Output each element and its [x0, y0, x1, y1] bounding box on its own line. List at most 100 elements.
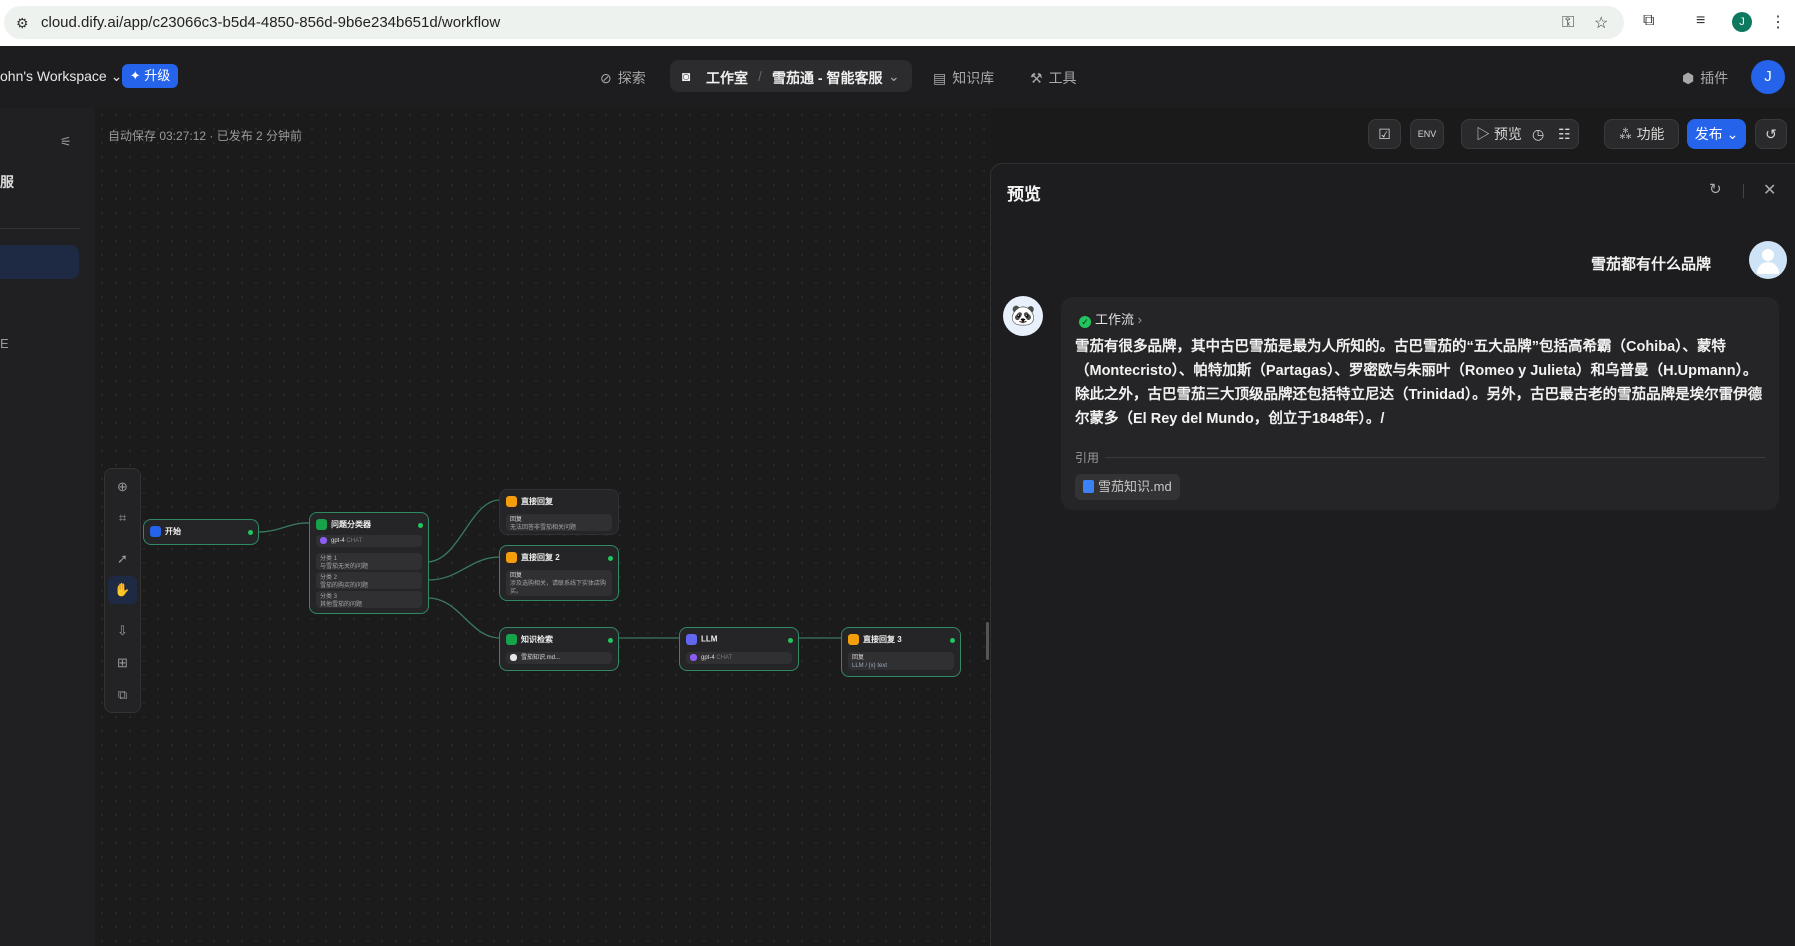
file-icon: [510, 654, 517, 661]
class-text: 其他雪茄的问题: [320, 602, 363, 608]
class-text: 与雪茄无关的问题: [320, 564, 369, 570]
node-direct-answer-1[interactable]: 直接回复 回复 无法回答非雪茄相关问题: [499, 489, 619, 535]
checklist-icon[interactable]: ☷: [1558, 120, 1571, 148]
citation-label: 引用: [1075, 451, 1100, 465]
answer-text: 涉及选购相关，请联系线下实体店购买。: [510, 581, 607, 595]
reset-conversation-icon[interactable]: ↻: [1709, 180, 1722, 198]
node-direct-answer-2[interactable]: 直接回复 2 回复涉及选购相关，请联系线下实体店购买。: [499, 545, 619, 601]
classifier-icon: [316, 519, 327, 531]
history-icon: ↺: [1765, 126, 1777, 142]
answer3-content: 回复 LLM / {x} text: [848, 652, 954, 670]
answer-text: 无法回答非雪茄相关问题: [510, 525, 577, 531]
node-llm-title: LLM: [701, 634, 718, 644]
classifier-model-tag: CHAT: [346, 538, 363, 545]
wrench-icon: ⚒: [1030, 70, 1043, 86]
user-avatar: [1749, 241, 1787, 279]
node-knowledge-header: 知识检索: [506, 634, 553, 646]
status-dot: [418, 523, 423, 528]
answer1-content: 回复 无法回答非雪茄相关问题: [506, 514, 612, 531]
node-answer3-title: 直接回复 3: [863, 635, 902, 644]
features-button[interactable]: ⁂ 功能: [1604, 119, 1679, 149]
browser-menu-icon[interactable]: ⋮: [1770, 12, 1786, 32]
bot-answer-text: 雪茄有很多品牌，其中古巴雪茄是最为人所知的。古巴雪茄的“五大品牌”包括高希霸（C…: [1075, 339, 1763, 427]
node-question-classifier[interactable]: 问题分类器 gpt-4 CHAT 分类 1 与雪茄无关的问题 分类 2 雪茄的购买的…: [309, 512, 429, 614]
node-knowledge-retrieval[interactable]: 知识检索 雪茄知识.md...: [499, 627, 619, 671]
node-answer3-header: 直接回复 3: [848, 634, 902, 646]
chevron-right-icon: ›: [1137, 312, 1142, 327]
panel-resize-handle[interactable]: [986, 622, 989, 660]
env-label: ENV: [1417, 129, 1437, 139]
edge-class3-knowledge: [427, 597, 501, 639]
classifier-model: gpt-4: [331, 538, 345, 545]
node-classifier-header: 问题分类器: [316, 519, 371, 531]
knowledge-icon: [506, 634, 517, 646]
preview-panel: 预览 ↻ ✕ 雪茄都有什么品牌 🐼 ✓ 工作流 › 雪茄有很多品牌，其中古巴雪茄是…: [990, 163, 1795, 946]
publish-button[interactable]: 发布 ⌄: [1687, 119, 1746, 149]
status-dot: [788, 638, 793, 643]
answer-icon: [848, 634, 859, 646]
version-history-button[interactable]: ↺: [1755, 119, 1787, 149]
answer-label: 回复: [852, 655, 865, 661]
preview-button[interactable]: ▷ 预览: [1476, 120, 1522, 148]
class-label: 分类 1: [320, 556, 338, 562]
checklist-toggle-button[interactable]: ☑: [1368, 119, 1401, 149]
edge-start-classifier: [257, 522, 311, 533]
answer-icon: [506, 552, 517, 564]
node-answer1-header: 直接回复: [506, 496, 553, 508]
node-llm[interactable]: LLM gpt-4 CHAT: [679, 627, 799, 671]
llm-model-row: gpt-4 CHAT: [686, 652, 792, 664]
knowledge-file: 雪茄知识.md...: [521, 655, 561, 662]
nav-tools-label: 工具: [1048, 70, 1077, 86]
class-text: 雪茄的购买的问题: [320, 583, 369, 589]
check-circle-icon: ✓: [1079, 316, 1091, 328]
workflow-badge-label: 工作流: [1095, 312, 1135, 327]
answer2-content: 回复涉及选购相关，请联系线下实体店购买。: [506, 570, 612, 596]
node-answer2-title: 直接回复 2: [521, 553, 560, 562]
answer-icon: [506, 496, 517, 508]
node-knowledge-title: 知识检索: [521, 635, 553, 644]
node-start[interactable]: 开始: [143, 519, 259, 545]
preview-toolbar-group: ▷ 预览 ◷ ☷: [1461, 119, 1579, 149]
class-label: 分类 2: [320, 575, 338, 581]
classifier-model-row: gpt-4 CHAT: [316, 535, 422, 547]
home-icon: [150, 526, 161, 538]
node-start-title: 开始: [165, 527, 181, 536]
bookmark-star-icon[interactable]: ☆: [1594, 13, 1608, 33]
node-direct-answer-3[interactable]: 直接回复 3 回复 LLM / {x} text: [841, 627, 961, 677]
preview-label: 预览: [1493, 126, 1522, 142]
bot-avatar: 🐼: [1003, 296, 1043, 336]
node-start-header: 开始: [150, 526, 181, 538]
publish-label: 发布: [1694, 126, 1723, 142]
chevron-down-icon: ⌄: [1726, 126, 1739, 142]
model-icon: [690, 654, 697, 661]
llm-model-tag: CHAT: [716, 655, 733, 662]
edge-class2-answer2: [427, 556, 501, 581]
llm-icon: [686, 634, 697, 645]
close-icon[interactable]: ✕: [1763, 180, 1776, 200]
citation-file[interactable]: 雪茄知识.md: [1075, 474, 1180, 500]
features-icon: ⁂: [1618, 126, 1633, 142]
node-classifier-title: 问题分类器: [331, 520, 371, 529]
features-label: 功能: [1636, 126, 1665, 142]
nav-plugins[interactable]: ⬢ 插件: [1682, 68, 1728, 88]
citation-file-name: 雪茄知识.md: [1098, 479, 1172, 494]
status-dot: [608, 638, 613, 643]
extensions-icon[interactable]: ⧉: [1643, 12, 1654, 30]
workflow-status-toggle[interactable]: ✓ 工作流 ›: [1071, 309, 1150, 331]
run-history-icon[interactable]: ◷: [1532, 120, 1544, 148]
media-control-icon[interactable]: ≡: [1696, 12, 1705, 30]
answer-label: 回复: [510, 573, 523, 579]
env-button[interactable]: ENV: [1410, 119, 1444, 149]
preview-title: 预览: [1007, 185, 1041, 204]
user-avatar[interactable]: J: [1751, 60, 1785, 94]
password-key-icon[interactable]: ⚿: [1562, 14, 1574, 32]
citation-divider: [1105, 457, 1765, 458]
class-row: 分类 3 其他雪茄的问题: [316, 591, 422, 608]
edge-class1-answer1: [427, 499, 501, 563]
browser-profile-avatar[interactable]: J: [1732, 12, 1752, 32]
nav-plugins-label: 插件: [1700, 70, 1729, 86]
node-connections: [257, 499, 841, 639]
cube-icon: ⬢: [1682, 70, 1695, 86]
nav-tools[interactable]: ⚒ 工具: [1030, 68, 1077, 88]
user-question: 雪茄都有什么品牌: [1591, 256, 1712, 273]
